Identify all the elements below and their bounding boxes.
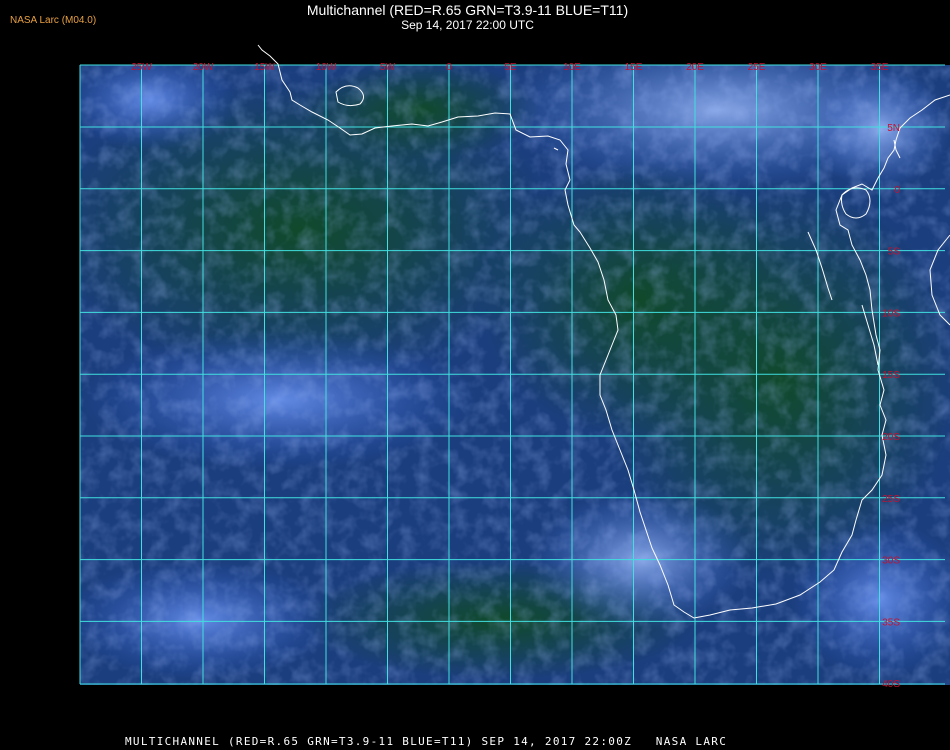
- latitude-label: 0: [894, 185, 900, 196]
- latitude-label: 40S: [882, 679, 900, 690]
- longitude-label: 35E: [871, 62, 889, 73]
- latitude-label: 5N: [887, 123, 900, 134]
- latitude-label: 15S: [882, 370, 900, 381]
- longitude-label: 10E: [563, 62, 581, 73]
- latitude-label: 25S: [882, 494, 900, 505]
- latitude-label: 10S: [882, 308, 900, 319]
- latitude-label: 30S: [882, 556, 900, 567]
- longitude-label: 15W: [254, 62, 275, 73]
- longitude-label: 5E: [504, 62, 517, 73]
- latitude-label: 20S: [882, 432, 900, 443]
- longitude-label: 10W: [316, 62, 337, 73]
- longitude-label: 5W: [380, 62, 396, 73]
- footer-caption: MULTICHANNEL (RED=R.65 GRN=T3.9-11 BLUE=…: [125, 735, 728, 748]
- longitude-label: 15E: [625, 62, 643, 73]
- longitude-label: 30E: [809, 62, 827, 73]
- latitude-label: 35S: [882, 617, 900, 628]
- latitude-label: 5S: [888, 247, 901, 258]
- cloud-texture: [80, 65, 950, 685]
- map-bottom-band: [80, 685, 950, 725]
- longitude-label: 25E: [748, 62, 766, 73]
- satellite-map: 25W 20W 15W 10W 5W 0 5E 10E 15E 20E 25E 30E 35E 5N 0 5…: [79, 44, 950, 725]
- longitude-label: 0: [446, 62, 452, 73]
- longitude-label: 20W: [193, 62, 214, 73]
- longitude-label: 20E: [686, 62, 704, 73]
- longitude-label: 25W: [131, 62, 152, 73]
